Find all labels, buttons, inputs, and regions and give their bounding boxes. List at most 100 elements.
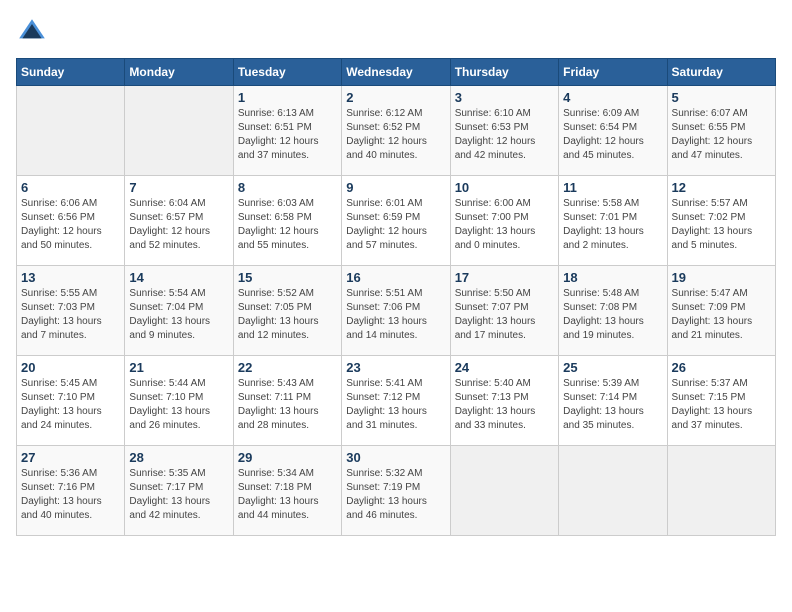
day-number: 3 xyxy=(455,90,554,105)
calendar-cell: 4 Sunrise: 6:09 AM Sunset: 6:54 PM Daylig… xyxy=(559,86,667,176)
day-number: 16 xyxy=(346,270,445,285)
calendar-cell: 7Sunrise: 6:04 AM Sunset: 6:57 PM Daylig… xyxy=(125,176,233,266)
day-number: 30 xyxy=(346,450,445,465)
day-info: Sunrise: 5:57 AM Sunset: 7:02 PM Dayligh… xyxy=(672,197,771,253)
day-info: Sunrise: 5:58 AM Sunset: 7:01 PM Dayligh… xyxy=(563,197,662,253)
header-cell-monday: Monday xyxy=(125,59,233,86)
day-number: 9 xyxy=(346,180,445,195)
logo-icon xyxy=(16,16,48,48)
day-number: 24 xyxy=(455,360,554,375)
day-number: 22 xyxy=(238,360,337,375)
week-row-3: 13 Sunrise: 5:55 AM Sunset: 7:03 PM Dayli… xyxy=(17,266,776,356)
day-info: Sunrise: 5:39 AM Sunset: 7:14 PM Dayligh… xyxy=(563,377,662,433)
calendar-cell: 10 Sunrise: 6:00 AM Sunset: 7:00 PM Dayli… xyxy=(450,176,558,266)
day-info: Sunrise: 6:03 AM Sunset: 6:58 PM Dayligh… xyxy=(238,197,337,253)
day-number: 1 xyxy=(238,90,337,105)
header-cell-sunday: Sunday xyxy=(17,59,125,86)
day-info: Sunrise: 5:34 AM Sunset: 7:18 PM Dayligh… xyxy=(238,467,337,523)
header-row: SundayMondayTuesdayWednesdayThursdayFrid… xyxy=(17,59,776,86)
header-cell-saturday: Saturday xyxy=(667,59,775,86)
day-info: Sunrise: 5:51 AM Sunset: 7:06 PM Dayligh… xyxy=(346,287,445,343)
day-info: Sunrise: 6:09 AM Sunset: 6:54 PM Dayligh… xyxy=(563,107,662,163)
calendar-cell: 25 Sunrise: 5:39 AM Sunset: 7:14 PM Dayli… xyxy=(559,356,667,446)
day-number: 20 xyxy=(21,360,120,375)
calendar-cell xyxy=(450,446,558,536)
day-info: Sunrise: 5:37 AM Sunset: 7:15 PM Dayligh… xyxy=(672,377,771,433)
calendar-cell: 9 Sunrise: 6:01 AM Sunset: 6:59 PM Daylig… xyxy=(342,176,450,266)
day-info: Sunrise: 6:00 AM Sunset: 7:00 PM Dayligh… xyxy=(455,197,554,253)
day-number: 25 xyxy=(563,360,662,375)
day-number: 17 xyxy=(455,270,554,285)
day-number: 26 xyxy=(672,360,771,375)
calendar-cell: 13 Sunrise: 5:55 AM Sunset: 7:03 PM Dayli… xyxy=(17,266,125,356)
header-cell-friday: Friday xyxy=(559,59,667,86)
day-info: Sunrise: 6:13 AM Sunset: 6:51 PM Dayligh… xyxy=(238,107,337,163)
day-info: Sunrise: 5:47 AM Sunset: 7:09 PM Dayligh… xyxy=(672,287,771,343)
calendar-cell: 14Sunrise: 5:54 AM Sunset: 7:04 PM Dayli… xyxy=(125,266,233,356)
day-info: Sunrise: 5:41 AM Sunset: 7:12 PM Dayligh… xyxy=(346,377,445,433)
day-info: Sunrise: 5:54 AM Sunset: 7:04 PM Dayligh… xyxy=(129,287,228,343)
calendar-cell: 12 Sunrise: 5:57 AM Sunset: 7:02 PM Dayli… xyxy=(667,176,775,266)
day-number: 12 xyxy=(672,180,771,195)
day-number: 8 xyxy=(238,180,337,195)
calendar-cell: 2 Sunrise: 6:12 AM Sunset: 6:52 PM Daylig… xyxy=(342,86,450,176)
calendar-cell xyxy=(17,86,125,176)
calendar-cell: 26 Sunrise: 5:37 AM Sunset: 7:15 PM Dayli… xyxy=(667,356,775,446)
calendar-cell xyxy=(667,446,775,536)
calendar-header: SundayMondayTuesdayWednesdayThursdayFrid… xyxy=(17,59,776,86)
calendar-cell: 1 Sunrise: 6:13 AM Sunset: 6:51 PM Daylig… xyxy=(233,86,341,176)
calendar-table: SundayMondayTuesdayWednesdayThursdayFrid… xyxy=(16,58,776,536)
day-info: Sunrise: 6:01 AM Sunset: 6:59 PM Dayligh… xyxy=(346,197,445,253)
day-number: 28 xyxy=(129,450,228,465)
day-info: Sunrise: 5:43 AM Sunset: 7:11 PM Dayligh… xyxy=(238,377,337,433)
calendar-cell: 17 Sunrise: 5:50 AM Sunset: 7:07 PM Dayli… xyxy=(450,266,558,356)
day-number: 23 xyxy=(346,360,445,375)
header-cell-wednesday: Wednesday xyxy=(342,59,450,86)
day-info: Sunrise: 6:07 AM Sunset: 6:55 PM Dayligh… xyxy=(672,107,771,163)
calendar-cell: 15 Sunrise: 5:52 AM Sunset: 7:05 PM Dayli… xyxy=(233,266,341,356)
day-number: 10 xyxy=(455,180,554,195)
header-cell-thursday: Thursday xyxy=(450,59,558,86)
calendar-cell: 27Sunrise: 5:36 AM Sunset: 7:16 PM Dayli… xyxy=(17,446,125,536)
day-info: Sunrise: 5:48 AM Sunset: 7:08 PM Dayligh… xyxy=(563,287,662,343)
day-number: 5 xyxy=(672,90,771,105)
page-header xyxy=(16,16,776,48)
calendar-cell: 29Sunrise: 5:34 AM Sunset: 7:18 PM Dayli… xyxy=(233,446,341,536)
calendar-cell: 28Sunrise: 5:35 AM Sunset: 7:17 PM Dayli… xyxy=(125,446,233,536)
calendar-cell: 8 Sunrise: 6:03 AM Sunset: 6:58 PM Daylig… xyxy=(233,176,341,266)
calendar-cell: 5 Sunrise: 6:07 AM Sunset: 6:55 PM Daylig… xyxy=(667,86,775,176)
day-info: Sunrise: 6:10 AM Sunset: 6:53 PM Dayligh… xyxy=(455,107,554,163)
calendar-cell: 18 Sunrise: 5:48 AM Sunset: 7:08 PM Dayli… xyxy=(559,266,667,356)
calendar-cell: 19 Sunrise: 5:47 AM Sunset: 7:09 PM Dayli… xyxy=(667,266,775,356)
day-number: 13 xyxy=(21,270,120,285)
day-number: 15 xyxy=(238,270,337,285)
calendar-cell: 22 Sunrise: 5:43 AM Sunset: 7:11 PM Dayli… xyxy=(233,356,341,446)
calendar-cell: 16 Sunrise: 5:51 AM Sunset: 7:06 PM Dayli… xyxy=(342,266,450,356)
day-number: 6 xyxy=(21,180,120,195)
day-info: Sunrise: 5:55 AM Sunset: 7:03 PM Dayligh… xyxy=(21,287,120,343)
day-number: 21 xyxy=(129,360,228,375)
calendar-cell: 30 Sunrise: 5:32 AM Sunset: 7:19 PM Dayli… xyxy=(342,446,450,536)
logo xyxy=(16,16,52,48)
day-info: Sunrise: 6:12 AM Sunset: 6:52 PM Dayligh… xyxy=(346,107,445,163)
day-info: Sunrise: 5:40 AM Sunset: 7:13 PM Dayligh… xyxy=(455,377,554,433)
day-number: 7 xyxy=(129,180,228,195)
day-number: 2 xyxy=(346,90,445,105)
day-info: Sunrise: 5:44 AM Sunset: 7:10 PM Dayligh… xyxy=(129,377,228,433)
calendar-cell: 23 Sunrise: 5:41 AM Sunset: 7:12 PM Dayli… xyxy=(342,356,450,446)
calendar-body: 1 Sunrise: 6:13 AM Sunset: 6:51 PM Daylig… xyxy=(17,86,776,536)
calendar-cell: 24 Sunrise: 5:40 AM Sunset: 7:13 PM Dayli… xyxy=(450,356,558,446)
header-cell-tuesday: Tuesday xyxy=(233,59,341,86)
calendar-cell: 3 Sunrise: 6:10 AM Sunset: 6:53 PM Daylig… xyxy=(450,86,558,176)
day-number: 4 xyxy=(563,90,662,105)
calendar-cell: 21 Sunrise: 5:44 AM Sunset: 7:10 PM Dayli… xyxy=(125,356,233,446)
day-info: Sunrise: 5:52 AM Sunset: 7:05 PM Dayligh… xyxy=(238,287,337,343)
calendar-cell xyxy=(125,86,233,176)
day-number: 19 xyxy=(672,270,771,285)
calendar-cell xyxy=(559,446,667,536)
calendar-cell: 6Sunrise: 6:06 AM Sunset: 6:56 PM Daylig… xyxy=(17,176,125,266)
day-info: Sunrise: 5:50 AM Sunset: 7:07 PM Dayligh… xyxy=(455,287,554,343)
day-info: Sunrise: 5:32 AM Sunset: 7:19 PM Dayligh… xyxy=(346,467,445,523)
day-number: 11 xyxy=(563,180,662,195)
day-number: 18 xyxy=(563,270,662,285)
